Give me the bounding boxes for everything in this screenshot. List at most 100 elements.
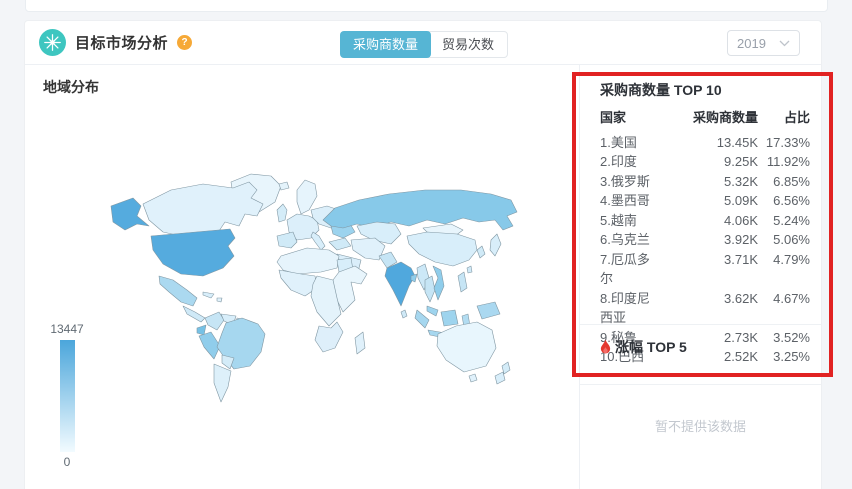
map-region-west-africa[interactable] [278,269,318,297]
map-region-sri-lanka[interactable] [400,309,408,319]
share-cell: 3.52% [773,329,810,345]
country-cell: 7.厄瓜多尔 [600,251,650,287]
country-cell: 1.美国 [600,134,637,150]
map-region-south-africa[interactable] [314,321,344,353]
table-row: 2.印度 9.25K 11.92% [600,152,810,172]
map-region-thailand[interactable] [424,275,436,303]
year-select-value: 2019 [737,35,766,51]
country-cell: 5.越南 [600,212,637,228]
share-cell: 6.85% [773,173,810,189]
share-cell: 5.06% [773,232,810,247]
map-region-cuba[interactable] [202,291,215,299]
color-scale-legend: 13447 0 [43,322,91,469]
gain-top5-label: 涨幅 TOP 5 [615,339,687,355]
flame-icon [600,339,611,354]
table-header-row: 国家 采购商数量 占比 [600,108,810,128]
top10-panel: 采购商数量 TOP 10 国家 采购商数量 占比 1.美国 13.45K 17.33… [580,64,821,489]
legend-gradient-bar [59,340,75,452]
map-region-india[interactable] [384,261,416,307]
map-region-uk[interactable] [276,203,288,223]
table-row: 8.印度尼西亚 3.62K 4.67% [600,289,810,328]
share-cell: 4.79% [773,251,810,267]
share-cell: 17.33% [765,134,810,150]
map-region-tasmania[interactable] [468,373,478,383]
map-region-korea[interactable] [476,245,486,259]
legend-min-label: 0 [63,455,71,469]
page-title: 目标市场分析 [75,35,169,52]
share-cell: 4.67% [773,290,810,306]
map-region-argentina[interactable] [213,363,232,403]
world-choropleth-map[interactable] [25,64,579,489]
map-region-philippines[interactable] [457,271,468,293]
value-cell: 3.71K [724,251,758,267]
gain-top5-title: 涨幅 TOP 5 [599,337,687,357]
map-region-mexico[interactable] [158,275,198,307]
metric-tabs: 采购商数量 贸易次数 [340,31,509,58]
card-header: 目标市场分析 ? 采购商数量 贸易次数 2019 [25,21,821,65]
share-cell: 11.92% [766,154,810,169]
chevron-down-icon [779,40,790,46]
table-row: 1.美国 13.45K 17.33% [600,133,810,153]
value-cell: 9.25K [724,154,758,169]
map-region-taiwan[interactable] [466,265,473,274]
table-row: 3.俄罗斯 5.32K 6.85% [600,172,810,192]
snowflake-module-icon [39,29,66,56]
share-cell: 3.25% [773,349,810,364]
col-share: 占比 [783,110,810,125]
map-region-scandinavia[interactable] [296,179,318,215]
map-region-china[interactable] [406,231,478,267]
map-region-japan[interactable] [489,233,502,257]
header-left-group: 目标市场分析 ? [39,21,193,64]
country-cell: 4.墨西哥 [600,193,650,208]
top10-title: 采购商数量 TOP 10 [600,82,722,98]
map-region-malaysia[interactable] [426,305,439,317]
col-value: 采购商数量 [692,110,758,125]
card-body: 地域分布 13447 0 采购商数量 TOP 10 国家 采购商数量 占比 1.… [25,64,821,489]
legend-max-label: 13447 [50,322,84,336]
map-region-peru[interactable] [198,331,221,360]
map-region-borneo[interactable] [440,309,459,327]
share-cell: 6.56% [773,193,810,208]
map-region-italy[interactable] [310,231,326,251]
help-icon[interactable]: ? [177,35,193,50]
tab-trade-count[interactable]: 贸易次数 [428,31,509,58]
map-region-ecuador[interactable] [196,324,207,336]
top10-table: 国家 采购商数量 占比 1.美国 13.45K 17.33% 2.印度 9.25K 11… [600,108,810,367]
table-row: 6.乌克兰 3.92K 5.06% [600,230,810,250]
map-region-sumatra[interactable] [414,309,430,329]
map-region-vietnam[interactable] [432,265,445,301]
map-region-north-africa[interactable] [276,247,340,275]
value-cell: 3.92K [724,232,758,247]
value-cell: 5.32K [724,173,758,189]
table-row: 7.厄瓜多尔 3.71K 4.79% [600,250,810,289]
map-region-iceland[interactable] [278,181,290,191]
table-row: 4.墨西哥 5.09K 6.56% [600,191,810,211]
map-region-hispaniola[interactable] [216,297,223,303]
map-panel: 地域分布 13447 0 [25,64,580,489]
value-cell: 13.45K [716,134,758,150]
divider [580,324,821,325]
map-region-nz-south[interactable] [494,371,506,385]
target-market-card: 目标市场分析 ? 采购商数量 贸易次数 2019 地域分布 13447 0 采购… [24,20,822,489]
map-region-canada[interactable] [142,181,264,237]
country-cell: 8.印度尼西亚 [600,290,650,326]
map-region-madagascar[interactable] [354,331,366,355]
map-region-alaska[interactable] [110,197,150,231]
map-region-australia[interactable] [436,321,497,373]
divider [580,384,821,385]
map-region-russia[interactable] [322,189,518,231]
map-region-new-guinea[interactable] [476,301,501,320]
map-region-central-america[interactable] [182,305,206,323]
country-cell: 6.乌克兰 [600,232,650,247]
empty-data-message: 暂不提供该数据 [654,419,746,434]
map-region-us[interactable] [150,228,236,277]
map-region-spain[interactable] [276,231,298,249]
value-cell: 3.62K [724,290,758,306]
share-cell: 5.24% [773,212,810,228]
year-select[interactable]: 2019 [727,30,800,56]
value-cell: 4.06K [724,212,758,228]
country-cell: 2.印度 [600,154,637,169]
tab-buyer-count[interactable]: 采购商数量 [340,31,432,58]
table-row: 5.越南 4.06K 5.24% [600,211,810,231]
map-region-turkey[interactable] [328,237,352,251]
